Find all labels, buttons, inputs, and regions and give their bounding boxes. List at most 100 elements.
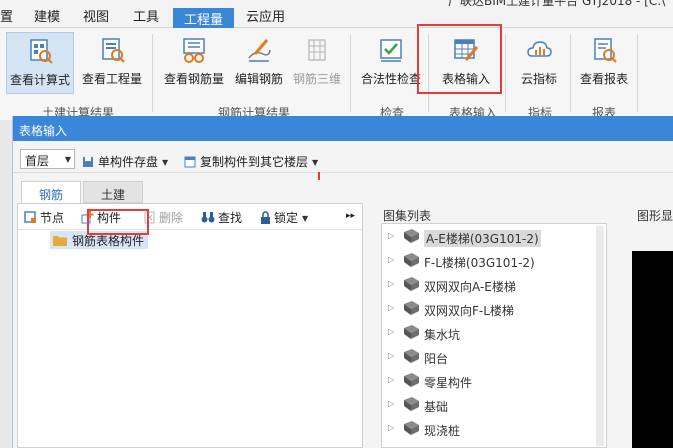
expand-arrow-icon[interactable]: ▷	[388, 231, 394, 240]
add-node-button[interactable]: 节点	[24, 209, 64, 226]
tree-toolbar: 节点 构件 删除 查找 锁定 ▼ ▸▸	[18, 204, 362, 230]
tab-rebar[interactable]: 钢筋	[21, 181, 81, 203]
view-calc-formula-label: 查看计算式	[9, 73, 70, 87]
expand-arrow-icon[interactable]: ▷	[388, 399, 394, 408]
chevron-down-icon: ▼	[162, 158, 169, 167]
atlas-item-label: 双网双向F-L楼梯	[424, 304, 514, 318]
menu-item-cloud[interactable]: 云应用	[246, 6, 285, 26]
expand-arrow-icon[interactable]: ▷	[388, 303, 394, 312]
book-icon	[404, 349, 419, 363]
folder-icon	[53, 236, 67, 246]
legality-check-label: 合法性检查	[360, 72, 421, 86]
delete-button[interactable]: 删除	[143, 209, 183, 226]
ribbon-separator	[350, 34, 351, 112]
book-icon	[404, 397, 419, 411]
edit-rebar-label: 编辑钢筋	[234, 72, 283, 86]
calc-formula-icon	[30, 39, 53, 64]
menu-bar: 置 建模 视图 工具 工程量 云应用 广联达BIM土建计量平台 GTJ2018 …	[0, 0, 673, 28]
check-icon	[380, 39, 402, 62]
legality-check-button[interactable]: 合法性检查	[358, 32, 424, 94]
table-input-dialog: 表格输入 首层 ▼ 单构件存盘 ▼ 复制构件到其它楼层 ▼ 钢筋 土建 节点 构…	[12, 116, 673, 448]
expand-arrow-icon[interactable]: ▷	[388, 351, 394, 360]
book-icon	[404, 253, 419, 267]
view-quantity-button[interactable]: 查看工程量	[77, 32, 147, 94]
expand-arrow-icon[interactable]: ▷	[388, 255, 394, 264]
book-icon	[404, 325, 419, 339]
atlas-item-label: 零星构件	[424, 376, 473, 390]
atlas-list: ▷ A-E楼梯(03G101-2) ▷ F-L楼梯(03G101-2) ▷ 双网双向A-E…	[381, 223, 607, 448]
book-icon	[404, 421, 419, 435]
tree-node-label: 钢筋表格构件	[72, 234, 145, 248]
graphic-display-header: 图形显示	[637, 209, 673, 223]
view-report-label: 查看报表	[579, 72, 628, 86]
lock-button[interactable]: 锁定 ▼	[260, 209, 308, 226]
copy-icon	[184, 156, 196, 168]
ribbon-separator	[637, 34, 638, 112]
view-rebar-button[interactable]: 查看钢筋量	[159, 32, 229, 94]
chevron-down-icon: ▼	[302, 214, 309, 223]
dialog-tabs: 钢筋 土建	[13, 173, 673, 203]
view-rebar-icon	[183, 38, 205, 63]
copy-to-floor-label: 复制构件到其它楼层	[200, 155, 309, 169]
rebar-3d-icon	[308, 39, 326, 61]
chevron-down-icon: ▼	[312, 158, 319, 167]
book-icon	[404, 301, 419, 315]
save-component-button[interactable]: 单构件存盘 ▼	[82, 153, 168, 170]
view-report-button[interactable]: 查看报表	[576, 32, 632, 94]
expand-arrow-icon[interactable]: ▷	[388, 279, 394, 288]
delete-label: 删除	[159, 211, 184, 225]
menu-item-view[interactable]: 视图	[83, 6, 109, 26]
atlas-item-label: 现浇桩	[424, 424, 461, 438]
cloud-index-icon	[527, 41, 552, 57]
book-icon	[404, 373, 419, 387]
edit-rebar-button[interactable]: 编辑钢筋	[231, 32, 287, 94]
component-button-highlight	[87, 209, 149, 235]
book-icon	[404, 229, 419, 243]
ribbon: 查看计算式 查看工程量 查看钢筋量 编辑钢筋 钢筋三维 合法性检查 表格输入 云…	[0, 28, 673, 120]
atlas-item-label: 集水坑	[424, 328, 461, 342]
atlas-item-label: 基础	[424, 400, 449, 414]
floor-select-value: 首层	[25, 154, 50, 168]
node-icon	[24, 211, 36, 223]
save-component-label: 单构件存盘	[98, 155, 159, 169]
view-report-icon	[594, 38, 617, 63]
expand-arrow-icon[interactable]: ▷	[388, 327, 394, 336]
find-button[interactable]: 查找	[201, 209, 242, 226]
atlas-item-label: 阳台	[424, 352, 449, 366]
dialog-toolbar: 首层 ▼ 单构件存盘 ▼ 复制构件到其它楼层 ▼	[13, 141, 673, 173]
dialog-title: 表格输入	[13, 116, 673, 141]
expand-arrow-icon[interactable]: ▷	[388, 423, 394, 432]
save-icon	[83, 157, 93, 167]
ribbon-separator	[505, 34, 506, 112]
copy-to-floor-button[interactable]: 复制构件到其它楼层 ▼	[184, 153, 318, 170]
left-edge-strip	[0, 120, 12, 448]
scrollbar[interactable]	[596, 226, 604, 446]
book-icon	[404, 277, 419, 291]
menu-item-quantity[interactable]: 工程量	[173, 8, 235, 28]
menu-item-tools[interactable]: 工具	[133, 6, 159, 26]
tab-civil[interactable]: 土建	[83, 181, 143, 203]
menu-item-modeling[interactable]: 建模	[34, 6, 60, 26]
edit-rebar-icon	[248, 39, 271, 62]
table-input-highlight	[417, 24, 502, 94]
graphic-display-panel: 图形显示	[625, 203, 673, 448]
window-title: 广联达BIM土建计量平台 GTJ2018 - [C:\	[448, 0, 666, 8]
expand-arrow-icon[interactable]: ▷	[388, 375, 394, 384]
graphic-canvas[interactable]	[632, 251, 673, 448]
rebar-3d-button[interactable]: 钢筋三维	[289, 32, 345, 94]
cloud-index-label: 云指标	[520, 72, 557, 86]
floor-select[interactable]: 首层 ▼	[20, 149, 75, 169]
ribbon-separator	[570, 34, 571, 112]
find-label: 查找	[218, 211, 243, 225]
view-quantity-label: 查看工程量	[81, 72, 142, 86]
atlas-item-label: 双网双向A-E楼梯	[424, 280, 516, 294]
add-node-label: 节点	[40, 211, 65, 225]
rebar-3d-label: 钢筋三维	[292, 72, 341, 86]
atlas-panel: 图集列表 ▷ A-E楼梯(03G101-2) ▷ F-L楼梯(03G101-2) ▷ 双网…	[371, 203, 615, 448]
more-tools-icon[interactable]: ▸▸	[346, 211, 355, 221]
lock-label: 锁定	[274, 211, 299, 225]
menu-item-settings[interactable]: 置	[0, 6, 13, 26]
cloud-index-button[interactable]: 云指标	[512, 32, 566, 94]
view-calc-formula-button[interactable]: 查看计算式	[6, 32, 74, 94]
lock-icon	[261, 211, 270, 224]
